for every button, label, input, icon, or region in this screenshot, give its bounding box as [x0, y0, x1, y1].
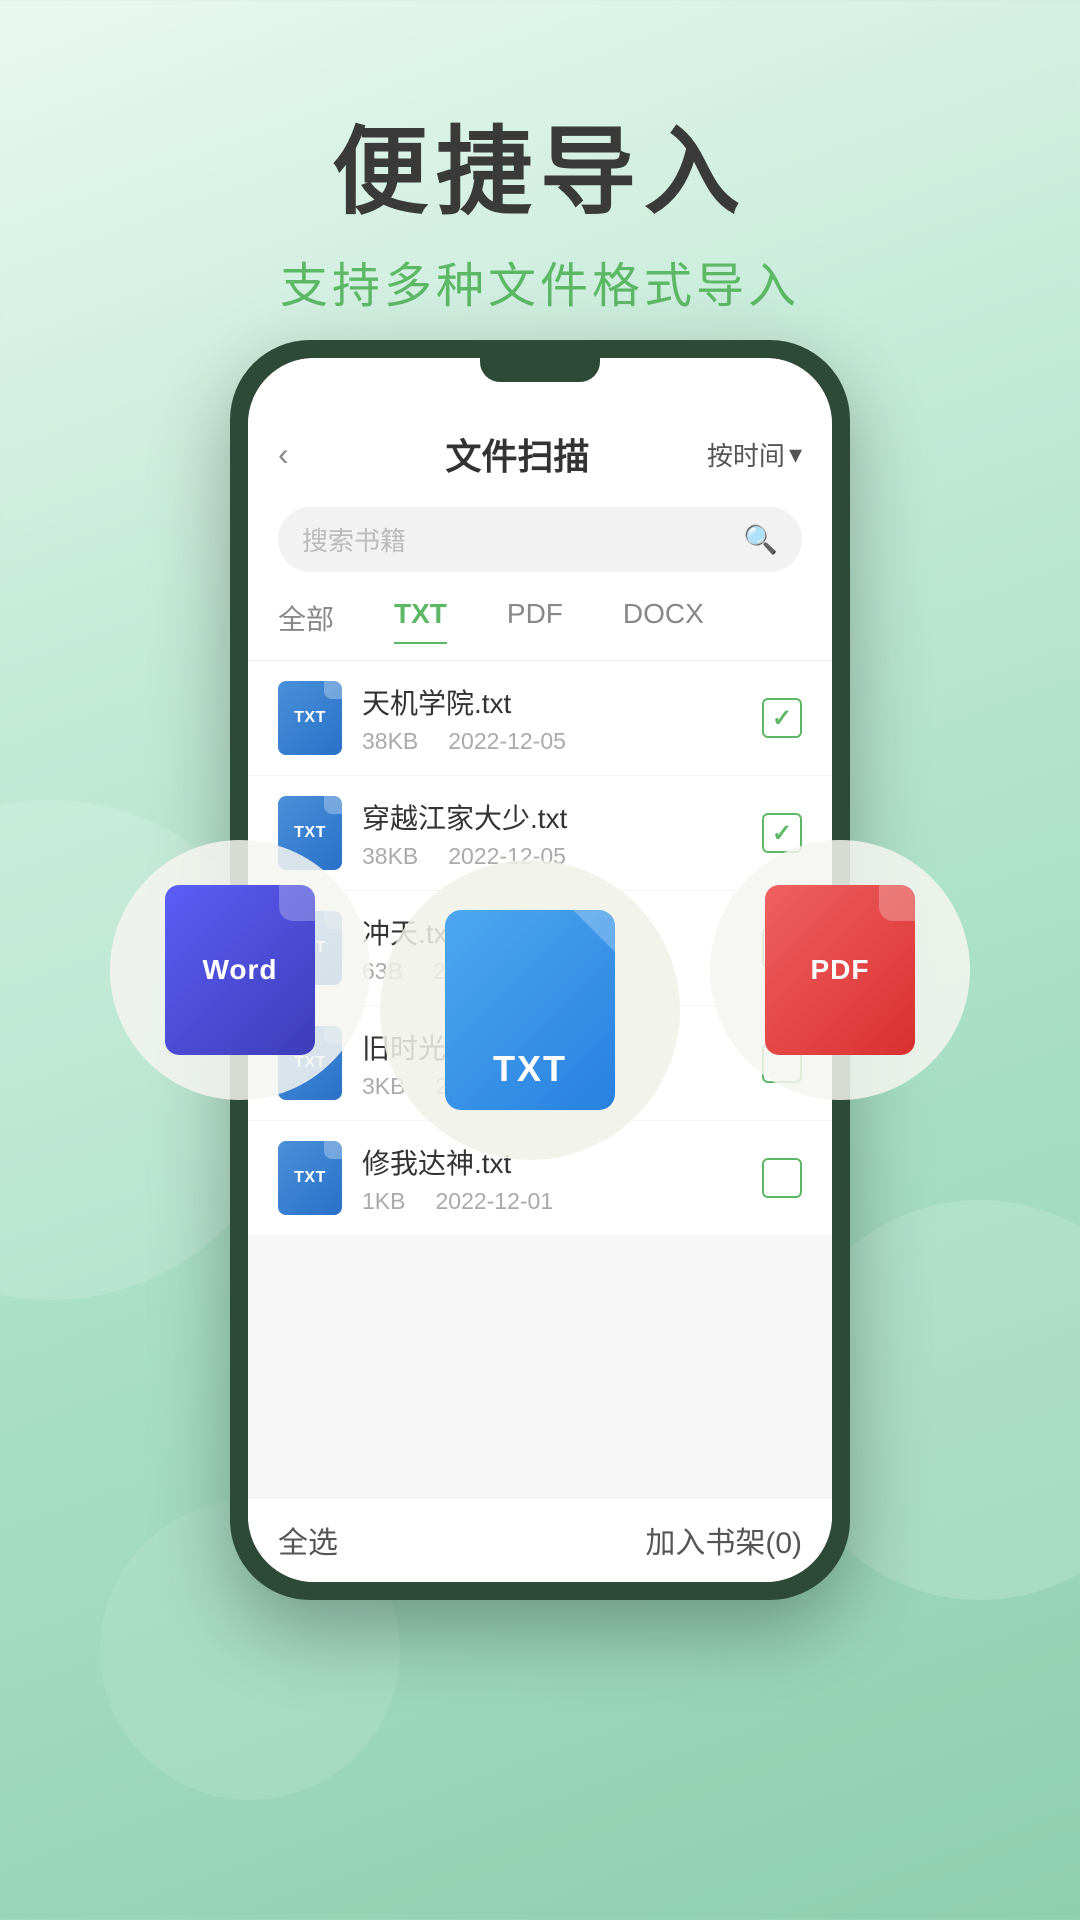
sort-button[interactable]: 按时间 ▾ [707, 436, 802, 473]
back-button[interactable]: ‹ [278, 436, 328, 473]
word-label: Word [202, 954, 277, 986]
phone-notch [480, 358, 600, 382]
filter-tab-txt[interactable]: TXT [394, 598, 447, 644]
sub-title: 支持多种文件格式导入 [0, 246, 1080, 316]
search-container: 搜索书籍 🔍 [248, 495, 832, 588]
file-checkbox[interactable] [762, 1158, 802, 1198]
bottom-bar: 全选 加入书架(0) [248, 1497, 832, 1582]
file-meta: 38KB 2022-12-05 [362, 728, 742, 755]
filter-tab-docx[interactable]: DOCX [623, 598, 704, 644]
file-size: 38KB [362, 728, 418, 755]
add-to-shelf-button[interactable]: 加入书架(0) [645, 1518, 802, 1562]
file-date: 2022-12-05 [448, 728, 566, 755]
file-size: 1KB [362, 1188, 405, 1215]
check-icon: ✓ [772, 704, 792, 733]
file-icon-txt: TXT [278, 681, 342, 755]
word-icon: Word [165, 885, 315, 1055]
pdf-label: PDF [811, 954, 870, 986]
file-date: 2022-12-01 [435, 1188, 553, 1215]
search-bar[interactable]: 搜索书籍 🔍 [278, 507, 802, 572]
file-item[interactable]: TXT 天机学院.txt 38KB 2022-12-05 ✓ [248, 661, 832, 776]
word-circle: Word [110, 840, 370, 1100]
header-section: 便捷导入 支持多种文件格式导入 [0, 0, 1080, 376]
pdf-icon: PDF [765, 885, 915, 1055]
file-type-label: TXT [294, 709, 326, 727]
file-checkbox[interactable]: ✓ [762, 698, 802, 738]
main-title: 便捷导入 [0, 120, 1080, 226]
file-type-label: TXT [294, 1169, 326, 1187]
file-meta: 1KB 2022-12-01 [362, 1188, 742, 1215]
search-placeholder: 搜索书籍 [302, 521, 406, 558]
txt-circle: TXT [380, 860, 680, 1160]
sort-chevron-icon: ▾ [789, 439, 802, 470]
filter-tab-all[interactable]: 全部 [278, 598, 334, 644]
app-title: 文件扫描 [328, 428, 707, 480]
search-icon: 🔍 [743, 523, 778, 556]
file-info: 天机学院.txt 38KB 2022-12-05 [362, 682, 742, 755]
txt-label: TXT [493, 1048, 567, 1090]
app-header: ‹ 文件扫描 按时间 ▾ [248, 408, 832, 495]
filter-tab-pdf[interactable]: PDF [507, 598, 563, 644]
pdf-circle: PDF [710, 840, 970, 1100]
file-name: 天机学院.txt [362, 682, 742, 722]
format-circles: Word TXT PDF [90, 760, 990, 1160]
filter-tabs: 全部 TXT PDF DOCX [248, 588, 832, 661]
select-all-button[interactable]: 全选 [278, 1518, 338, 1562]
txt-icon-large: TXT [445, 910, 615, 1110]
sort-label: 按时间 [707, 436, 785, 473]
